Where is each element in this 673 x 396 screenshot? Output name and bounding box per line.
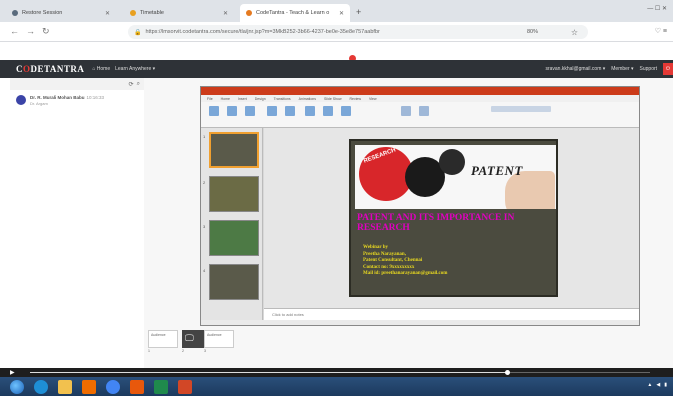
strip-number: 2 (182, 349, 184, 353)
tab-label: Timetable (140, 10, 164, 16)
nav-learn-anywhere[interactable]: Learn Anywhere ▾ (115, 66, 155, 72)
chat-header: ⟳ ⌕ (10, 78, 144, 90)
windows-start-icon[interactable] (10, 379, 24, 394)
notes-pane[interactable]: Click to add notes (264, 308, 639, 320)
participant-item[interactable]: Dr. R. Murali Mohan Babu 10:16:33 Dr. Arg… (16, 95, 104, 106)
refresh-icon[interactable]: ⟳ (129, 81, 134, 88)
tab-restore-session[interactable]: Restore Session ✕ (6, 4, 116, 22)
ribbon-icon (227, 106, 237, 116)
play-icon[interactable]: ▶ (10, 369, 15, 376)
ppt-ribbon (201, 102, 639, 128)
browser-tab-strip: Restore Session ✕ Timetable ✕ CodeTantra… (0, 0, 673, 22)
ribbon-icon (285, 106, 295, 116)
back-icon[interactable]: ← (10, 26, 19, 36)
window-controls[interactable]: — ☐ ✕ (647, 5, 667, 12)
strip-thumbnail-3[interactable]: Audience (204, 330, 234, 348)
signout-button[interactable]: ⏻ (663, 63, 673, 75)
system-tray[interactable]: ▲ ◀ ▮ (647, 382, 667, 388)
tab-favicon-icon (12, 10, 18, 16)
tab-favicon-icon (246, 10, 252, 16)
windows-taskbar: ▲ ◀ ▮ (0, 377, 673, 396)
tab-codetantra[interactable]: CodeTantra - Teach & Learn o ✕ (240, 4, 350, 22)
browser-toolbar: ← → ↻ 🔒 https://lmsorvit.codetantra.com/… (0, 22, 673, 42)
slide-gears-image: RESEARCH PATENT (355, 145, 556, 209)
progress-fill (30, 372, 507, 373)
tab-timetable[interactable]: Timetable ✕ (124, 4, 234, 22)
webinar-line: Mail id: preethanarayanan@gmail.com (363, 271, 448, 276)
ribbon-icon (245, 106, 255, 116)
participant-name: Dr. R. Murali Mohan Babu 10:16:33 (30, 95, 105, 100)
browser-menu-icon[interactable]: ♡ ≡ (655, 27, 667, 35)
slide-thumbnail-1[interactable] (209, 132, 259, 168)
ribbon-icon (323, 106, 333, 116)
app-header: CODETANTRA ⌂ Home Learn Anywhere ▾ srava… (0, 60, 673, 78)
patent-word: PATENT (471, 163, 523, 178)
monitor-icon: 🖵 (185, 333, 194, 343)
ppt-slide-thumbnails: 1 2 3 4 (201, 128, 263, 320)
tab-label: CodeTantra - Teach & Learn o (256, 10, 330, 16)
tab-favicon-icon (130, 10, 136, 16)
tab-label: Restore Session (22, 10, 63, 16)
address-bar[interactable]: 🔒 https://lmsorvit.codetantra.com/secure… (128, 25, 588, 39)
zoom-level[interactable]: 80% (527, 29, 538, 35)
slide-title: PATENT AND ITS IMPORTANCE IN RESEARCH (357, 213, 515, 233)
small-gear-icon (439, 149, 465, 175)
battery-icon[interactable]: ▮ (664, 382, 667, 388)
ppt-ribbon-tabs: File Home Insert Design Transitions Animation… (201, 95, 639, 102)
avatar (16, 95, 26, 105)
app-nav: ⌂ Home Learn Anywhere ▾ (92, 66, 155, 72)
thumb-number: 3 (203, 224, 206, 229)
ppt-status-bar (201, 320, 639, 325)
ribbon-icon (491, 106, 551, 112)
codetantra-logo[interactable]: CODETANTRA (16, 64, 84, 74)
search-icon[interactable]: ⌕ (137, 81, 140, 88)
current-slide: RESEARCH PATENT PATENT AND ITS IMPORTANC… (349, 139, 558, 297)
close-tab-icon[interactable]: ✕ (333, 10, 344, 17)
ribbon-icon (401, 106, 411, 116)
nav-home[interactable]: ⌂ Home (92, 66, 110, 72)
progress-knob[interactable] (505, 370, 510, 375)
app-header-right: sravan.kkhal@gmail.com ▾ Member ▾ Suppor… (545, 60, 673, 78)
left-pane (0, 78, 144, 368)
close-tab-icon[interactable]: ✕ (217, 10, 228, 17)
ribbon-icon (209, 106, 219, 116)
lock-icon: 🔒 (134, 29, 142, 36)
reload-icon[interactable]: ↻ (42, 26, 50, 37)
strip-number: 3 (204, 349, 206, 353)
ribbon-icon (419, 106, 429, 116)
thumb-number: 2 (203, 180, 206, 185)
forward-icon[interactable]: → (26, 26, 35, 36)
volume-icon[interactable]: ◀ (656, 382, 660, 388)
strip-thumbnail-1[interactable]: Audience (148, 330, 178, 348)
new-tab-button[interactable]: + (356, 7, 361, 17)
network-icon[interactable]: ▲ (647, 382, 652, 388)
slide-thumbnail-4[interactable] (209, 264, 259, 300)
support-link[interactable]: Support (640, 66, 658, 72)
url-text: https://lmsorvit.codetantra.com/secure/t… (145, 29, 380, 35)
slide-body: Webinar by Preetha Narayanan, Patent Con… (363, 245, 553, 278)
file-explorer-icon[interactable] (58, 379, 72, 394)
excel-icon[interactable] (154, 379, 168, 394)
chrome-icon[interactable] (106, 379, 120, 394)
ribbon-icon (341, 106, 351, 116)
firefox-icon[interactable] (130, 379, 144, 394)
slide-thumbnail-3[interactable] (209, 220, 259, 256)
member-menu[interactable]: Member ▾ (611, 66, 633, 72)
strip-number: 1 (148, 349, 150, 353)
thumb-number: 4 (203, 268, 206, 273)
bottom-slide-strip: Audience 1 🖵 2 Audience 3 (144, 330, 673, 354)
slide-thumbnail-2[interactable] (209, 176, 259, 212)
bookmark-star-icon[interactable]: ☆ (571, 28, 578, 37)
video-progress-bar[interactable]: ▶ (0, 368, 673, 377)
powerpoint-icon[interactable] (178, 379, 192, 394)
media-player-icon[interactable] (82, 379, 96, 394)
participant-role: Dr. Argam (30, 101, 48, 106)
ribbon-icon (267, 106, 277, 116)
ribbon-icon (305, 106, 315, 116)
ppt-title-bar (201, 87, 639, 95)
thumb-number: 1 (203, 134, 206, 139)
internet-explorer-icon[interactable] (34, 379, 48, 394)
user-email-menu[interactable]: sravan.kkhal@gmail.com ▾ (545, 66, 605, 72)
close-tab-icon[interactable]: ✕ (99, 10, 110, 17)
